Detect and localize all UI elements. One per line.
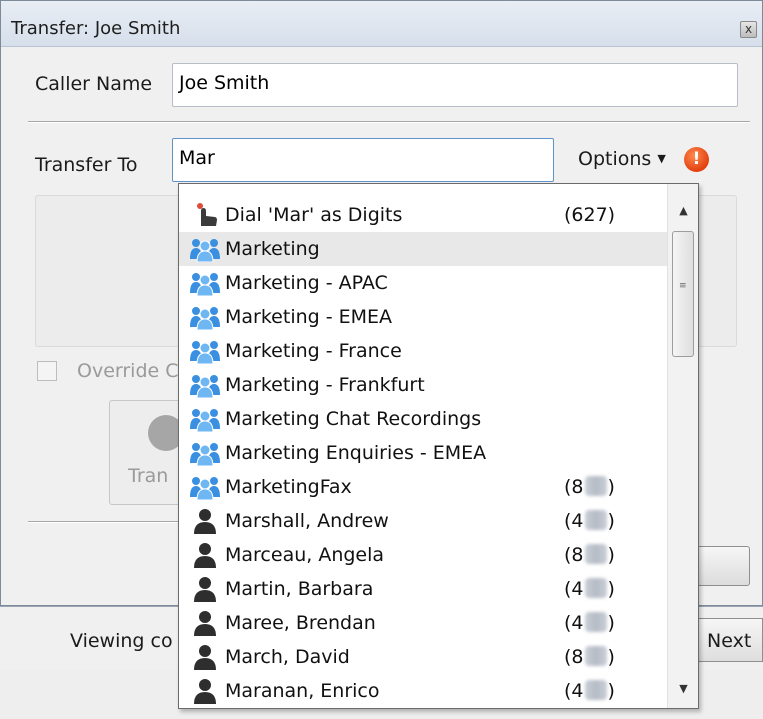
extension-close-paren: ): [607, 646, 615, 668]
options-menu-button[interactable]: Options ▼: [578, 148, 666, 170]
group-icon: [189, 270, 221, 297]
dropdown-item-name: Marshall, Andrew: [225, 510, 389, 532]
dropdown-item-name: Marketing Chat Recordings: [225, 408, 482, 430]
dropdown-item[interactable]: Marketing: [179, 232, 667, 266]
extension-close-paren: ): [607, 680, 615, 702]
extension-close-paren: ): [607, 612, 615, 634]
person-icon: [189, 542, 221, 568]
scroll-grip-icon: ≡: [679, 281, 687, 291]
dropdown-item[interactable]: Marketing Enquiries - EMEA: [179, 436, 667, 470]
caller-name-field[interactable]: Joe Smith: [172, 63, 738, 107]
transfer-button-label: Tran: [128, 465, 169, 487]
scroll-down-icon[interactable]: ▼: [668, 674, 698, 704]
dropdown-item[interactable]: Marketing - EMEA: [179, 300, 667, 334]
extension-text: (8: [564, 476, 584, 498]
redacted-digits: [584, 510, 607, 530]
dropdown-item[interactable]: Marketing - Frankfurt: [179, 368, 667, 402]
dropdown-item-extension: (4): [564, 510, 615, 532]
redacted-digits: [584, 476, 607, 496]
dropdown-item[interactable]: MarketingFax (8): [179, 470, 667, 504]
dropdown-item-extension: (8): [564, 544, 615, 566]
dropdown-item-name: Marketing - APAC: [225, 272, 388, 294]
extension-close-paren: ): [607, 476, 615, 498]
dropdown-item[interactable]: Marketing - France: [179, 334, 667, 368]
extension-close-paren: ): [607, 510, 615, 532]
transfer-to-label: Transfer To: [35, 154, 138, 176]
dropdown-item[interactable]: Dial 'Mar' as Digits (627): [179, 198, 667, 232]
dropdown-item-name: Dial 'Mar' as Digits: [225, 204, 403, 226]
dropdown-item-name: Maranan, Enrico: [225, 680, 380, 702]
options-label: Options: [578, 148, 652, 170]
dropdown-item-name: Martin, Barbara: [225, 578, 374, 600]
person-icon: [189, 508, 221, 534]
dropdown-item[interactable]: Marketing - APAC: [179, 266, 667, 300]
group-icon: [189, 236, 221, 263]
dropdown-item-name: Marketing - Frankfurt: [225, 374, 425, 396]
dropdown-item-name: Marketing - EMEA: [225, 306, 393, 328]
group-icon: [189, 338, 221, 365]
group-icon: [189, 474, 221, 501]
title-bar: Transfer: Joe Smith x: [1, 1, 762, 47]
dropdown-item-extension: (8): [564, 646, 615, 668]
extension-close-paren: ): [607, 544, 615, 566]
override-label: Override C: [77, 360, 179, 382]
group-icon: [189, 440, 221, 467]
extension-text: (627): [564, 204, 616, 226]
scroll-up-icon[interactable]: ▲: [668, 196, 698, 226]
dropdown-item-extension: (8): [564, 476, 615, 498]
dropdown-item[interactable]: Marketing Chat Recordings: [179, 402, 667, 436]
dropdown-item-extension: (4): [564, 578, 615, 600]
dropdown-scrollbar[interactable]: ▲ ≡ ▼: [667, 184, 698, 708]
dropdown-item-extension: (627): [564, 204, 615, 226]
extension-text: (8: [564, 544, 584, 566]
dropdown-item[interactable]: March, David (8): [179, 640, 667, 674]
dropdown-item-name: Marketing Enquiries - EMEA: [225, 442, 487, 464]
redacted-digits: [584, 612, 607, 632]
dropdown-item-extension: (4): [564, 612, 615, 634]
dropdown-item-name: Marketing: [225, 238, 320, 260]
dropdown-item-extension: (4): [564, 680, 615, 702]
caller-name-label: Caller Name: [35, 73, 153, 95]
autocomplete-dropdown[interactable]: Dial 'Mar' as Digits (627) Marketing Market…: [178, 183, 699, 709]
transfer-to-input[interactable]: Mar: [172, 138, 554, 182]
dropdown-item-name: Marketing - France: [225, 340, 402, 362]
override-checkbox[interactable]: [37, 361, 57, 381]
redacted-digits: [584, 578, 607, 598]
close-button[interactable]: x: [740, 21, 757, 38]
viewing-status-text: Viewing co: [70, 630, 173, 652]
chevron-down-icon: ▼: [657, 152, 666, 165]
person-icon: [189, 678, 221, 704]
extension-text: (4: [564, 680, 584, 702]
dropdown-item-name: Marceau, Angela: [225, 544, 385, 566]
dropdown-item[interactable]: Marceau, Angela (8): [179, 538, 667, 572]
window-title: Transfer: Joe Smith: [11, 18, 181, 39]
person-icon: [189, 644, 221, 670]
redacted-digits: [584, 680, 607, 700]
dropdown-item[interactable]: Marshall, Andrew (4): [179, 504, 667, 538]
dropdown-item-name: March, David: [225, 646, 350, 668]
divider-bottom: [28, 521, 178, 523]
group-icon: [189, 372, 221, 399]
dial-hand-icon: [189, 202, 221, 228]
group-icon: [189, 406, 221, 433]
dropdown-item-name: MarketingFax: [225, 476, 352, 498]
dropdown-item-name: Maree, Brendan: [225, 612, 376, 634]
warning-icon[interactable]: !: [684, 147, 709, 172]
next-button[interactable]: Next: [697, 618, 763, 662]
person-icon: [189, 576, 221, 602]
group-icon: [189, 304, 221, 331]
dropdown-item[interactable]: Martin, Barbara (4): [179, 572, 667, 606]
extension-text: (8: [564, 646, 584, 668]
extension-close-paren: ): [607, 578, 615, 600]
scroll-thumb[interactable]: [672, 231, 694, 357]
extension-text: (4: [564, 612, 584, 634]
extension-text: (4: [564, 578, 584, 600]
dropdown-item[interactable]: Maree, Brendan (4): [179, 606, 667, 640]
redacted-digits: [584, 544, 607, 564]
divider-top: [28, 121, 750, 123]
person-icon: [189, 610, 221, 636]
dropdown-item[interactable]: Maranan, Enrico (4): [179, 674, 667, 708]
extension-text: (4: [564, 510, 584, 532]
redacted-digits: [584, 646, 607, 666]
